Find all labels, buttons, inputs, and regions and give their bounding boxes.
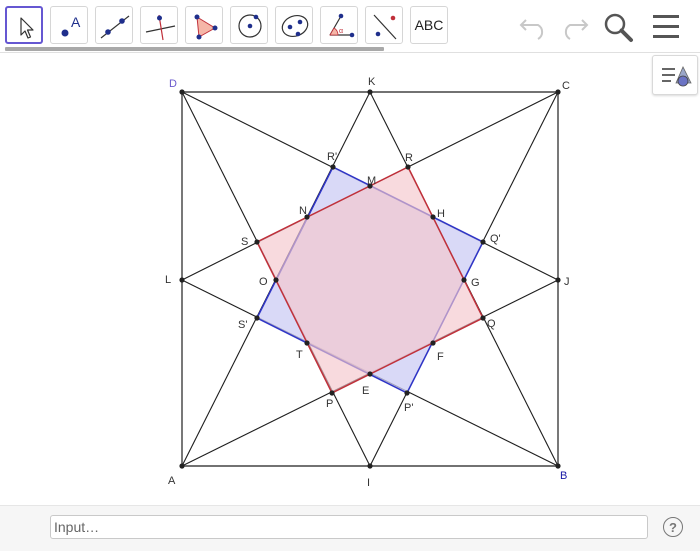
hamburger-menu-icon[interactable]: [652, 13, 680, 41]
point-s-prime: [254, 315, 260, 321]
input-bar[interactable]: [50, 515, 648, 539]
line-through-points-icon: [100, 15, 130, 39]
point-t: [304, 340, 310, 346]
point-p-prime: [404, 390, 410, 396]
label-b: B: [560, 470, 567, 482]
point-f: [430, 340, 436, 346]
point-j: [555, 277, 561, 283]
point-s: [254, 239, 260, 245]
label-g: G: [471, 277, 480, 289]
point-q-prime: [480, 239, 486, 245]
search-icon[interactable]: [602, 11, 636, 43]
label-d: D: [169, 78, 177, 90]
point-g: [461, 277, 467, 283]
redo-icon[interactable]: [556, 12, 590, 40]
text-tool-button[interactable]: ABC: [410, 6, 448, 44]
point-o: [273, 277, 279, 283]
toolbar: A α ABC: [0, 0, 700, 52]
ellipse-icon: [281, 15, 309, 37]
label-s: S: [241, 236, 248, 248]
label-p: P: [326, 398, 333, 410]
label-m: M: [367, 175, 376, 187]
point-i: [367, 463, 373, 469]
label-p-prime: P': [404, 402, 413, 414]
label-o: O: [259, 276, 268, 288]
point-q: [480, 315, 486, 321]
label-f: F: [437, 351, 444, 363]
label-j: J: [564, 276, 570, 288]
label-h: H: [437, 208, 445, 220]
point-p: [329, 390, 335, 396]
text-tool-label: ABC: [414, 17, 444, 33]
point-l: [179, 277, 185, 283]
reflect-about-line-icon: [373, 14, 397, 40]
algebra-input-area: ?: [0, 505, 700, 551]
perpendicular-line-tool-button[interactable]: [140, 6, 178, 44]
label-l: L: [165, 274, 171, 286]
point-a: [179, 463, 185, 469]
point-h: [430, 214, 436, 220]
angle-icon: α: [329, 13, 355, 38]
angle-tool-button[interactable]: α: [320, 6, 358, 44]
label-q: Q: [487, 318, 496, 330]
toolbar-scrollbar[interactable]: [5, 47, 384, 51]
point-k: [367, 89, 373, 95]
point-tool-button[interactable]: A: [50, 6, 88, 44]
label-c: C: [562, 80, 570, 92]
label-t: T: [296, 349, 303, 361]
point-e: [367, 371, 373, 377]
help-button[interactable]: ?: [663, 517, 683, 537]
graphics-view[interactable]: A B C D K J I L R' R M N H S Q' O G S' Q…: [0, 53, 700, 505]
label-r-prime: R': [327, 151, 337, 163]
label-k: K: [368, 76, 376, 88]
label-a: A: [168, 475, 176, 487]
circle-center-point-icon: [238, 14, 262, 38]
point-d: [179, 89, 185, 95]
move-tool-button[interactable]: [5, 6, 43, 44]
undo-icon[interactable]: [518, 12, 552, 40]
label-s-prime: S': [238, 319, 247, 331]
svg-text:α: α: [339, 28, 343, 35]
point-r: [405, 164, 411, 170]
label-n: N: [299, 205, 307, 217]
polygon-tool-button[interactable]: [185, 6, 223, 44]
ellipse-tool-button[interactable]: [275, 6, 313, 44]
reflect-tool-button[interactable]: [365, 6, 403, 44]
point-b: [555, 463, 561, 469]
point-r-prime: [330, 164, 336, 170]
label-e: E: [362, 385, 369, 397]
point-icon: A: [61, 14, 81, 37]
arrow-pointer-icon: [20, 17, 34, 39]
label-i: I: [367, 477, 370, 489]
label-q-prime: Q': [490, 233, 501, 245]
line-tool-button[interactable]: [95, 6, 133, 44]
circle-tool-button[interactable]: [230, 6, 268, 44]
perpendicular-line-icon: [145, 14, 176, 41]
red-square[interactable]: [255, 165, 485, 395]
polygon-icon: [194, 14, 218, 40]
label-r: R: [405, 152, 413, 164]
point-tool-label: A: [71, 14, 81, 30]
point-c: [555, 89, 561, 95]
